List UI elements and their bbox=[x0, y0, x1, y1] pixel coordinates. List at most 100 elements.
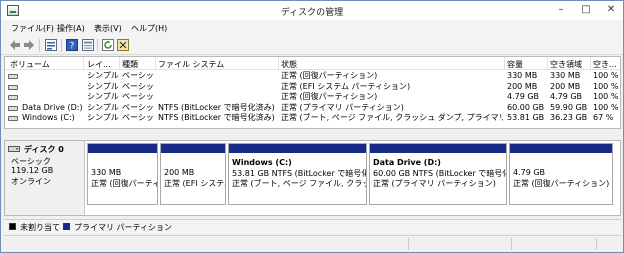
volume-capacity: 200 MB bbox=[507, 81, 538, 91]
volume-type: ベーシック bbox=[122, 71, 155, 80]
column-header-filesystem[interactable]: ファイル システム bbox=[158, 59, 276, 70]
partition-title: Windows (C:) bbox=[232, 158, 292, 167]
partition-status: 正常 (回復パーティション) bbox=[91, 179, 157, 188]
refresh-icon[interactable] bbox=[102, 39, 114, 51]
disk-name: ディスク 0 bbox=[24, 145, 64, 154]
disk-size: 119.12 GB bbox=[11, 166, 54, 175]
maximize-icon[interactable]: □ bbox=[574, 1, 598, 19]
status-divider bbox=[511, 238, 512, 250]
window-title: ディスクの管理 bbox=[280, 8, 344, 18]
column-header-free-percent[interactable]: 空き... bbox=[593, 59, 620, 70]
partition-size: 200 MB bbox=[164, 168, 195, 177]
volume-filesystem: NTFS (BitLocker で暗号化済み) bbox=[158, 113, 275, 122]
partition-type-bar bbox=[161, 144, 225, 153]
volume-row[interactable]: Windows (C:) シンプル ベーシック NTFS (BitLocker … bbox=[5, 113, 620, 124]
menu-file[interactable]: ファイル(F) bbox=[11, 23, 54, 34]
drive-icon bbox=[8, 84, 18, 90]
partition-type-bar bbox=[88, 144, 157, 153]
volume-type: ベーシック bbox=[122, 92, 155, 101]
toolbar: ? bbox=[1, 36, 623, 55]
partition-status: 正常 (プライマリ パーティション) bbox=[373, 179, 496, 188]
volume-free-space: 4.79 GB bbox=[550, 92, 583, 101]
volume-free-percent: 100 % bbox=[593, 81, 619, 91]
properties-icon[interactable] bbox=[45, 39, 57, 51]
volume-capacity: 53.81 GB bbox=[507, 113, 545, 122]
partition-data-drive[interactable]: Data Drive (D:) 60.00 GB NTFS (BitLocker… bbox=[369, 143, 507, 205]
partition-recovery[interactable]: 4.79 GB 正常 (回復パーティション) bbox=[509, 143, 613, 205]
partition-status: 正常 (ブート, ページ ファイル, クラッシュ ダンプ) bbox=[232, 179, 366, 188]
column-header-type[interactable]: 種類 bbox=[122, 59, 154, 70]
partition-size: 4.79 GB bbox=[513, 168, 546, 177]
help-icon[interactable]: ? bbox=[66, 39, 78, 51]
partition-status: 正常 (回復パーティション) bbox=[513, 179, 610, 188]
primary-partition-swatch bbox=[63, 223, 70, 230]
volume-row[interactable]: シンプル ベーシック 正常 (EFI システム パーティション) 200 MB … bbox=[5, 81, 620, 93]
volume-layout: シンプル bbox=[87, 71, 119, 80]
volume-free-space: 330 MB bbox=[550, 71, 581, 80]
list-view-icon[interactable] bbox=[82, 39, 94, 51]
volume-row[interactable]: シンプル ベーシック 正常 (回復パーティション) 330 MB 330 MB … bbox=[5, 71, 620, 82]
menu-help[interactable]: ヘルプ(H) bbox=[131, 23, 167, 34]
volume-capacity: 60.00 GB bbox=[507, 102, 545, 112]
volume-free-percent: 100 % bbox=[593, 71, 619, 80]
volume-name: Data Drive (D:) bbox=[22, 102, 83, 112]
volume-free-percent: 67 % bbox=[593, 113, 614, 122]
disk-state: オンライン bbox=[11, 177, 51, 186]
column-header-capacity[interactable]: 容量 bbox=[507, 59, 545, 70]
forward-icon[interactable] bbox=[23, 39, 35, 51]
volume-capacity: 330 MB bbox=[507, 71, 538, 80]
minimize-icon[interactable]: – bbox=[549, 1, 573, 19]
volume-free-space: 36.23 GB bbox=[550, 113, 588, 122]
drive-icon bbox=[8, 116, 18, 121]
volume-type: ベーシック bbox=[122, 113, 155, 122]
toolbar-separator bbox=[97, 39, 98, 52]
title-bar: ディスクの管理 – □ ✕ bbox=[1, 1, 623, 20]
drive-icon bbox=[8, 95, 18, 100]
volume-status: 正常 (回復パーティション) bbox=[281, 92, 378, 101]
partition-efi[interactable]: 200 MB 正常 (EFI システム パーティション) bbox=[160, 143, 226, 205]
unallocated-swatch bbox=[9, 223, 16, 230]
volume-status: 正常 (回復パーティション) bbox=[281, 71, 378, 80]
column-header-status[interactable]: 状態 bbox=[281, 59, 501, 70]
svg-text:?: ? bbox=[70, 42, 75, 52]
partition-type-bar bbox=[229, 144, 366, 153]
menu-view[interactable]: 表示(V) bbox=[94, 23, 122, 34]
toolbar-separator bbox=[39, 39, 40, 52]
volume-list: ボリューム レイ... 種類 ファイル システム 状態 容量 空き領域 空き..… bbox=[4, 56, 621, 129]
close-icon[interactable]: ✕ bbox=[599, 1, 623, 19]
settings-icon[interactable] bbox=[117, 39, 129, 51]
menu-bar: ファイル(F) 操作(A) 表示(V) ヘルプ(H) bbox=[1, 20, 623, 36]
column-header-layout[interactable]: レイ... bbox=[87, 59, 117, 70]
status-bar bbox=[4, 235, 621, 252]
volume-layout: シンプル bbox=[87, 81, 119, 91]
legend-unallocated: 未割り当て bbox=[20, 223, 60, 232]
volume-status: 正常 (プライマリ パーティション) bbox=[281, 102, 404, 112]
partition-recovery[interactable]: 330 MB 正常 (回復パーティション) bbox=[87, 143, 158, 205]
status-divider bbox=[408, 238, 409, 250]
disk-info[interactable]: ディスク 0 ベーシック 119.12 GB オンライン bbox=[5, 141, 85, 215]
column-header-volume[interactable]: ボリューム bbox=[10, 59, 80, 70]
status-divider bbox=[596, 238, 597, 250]
volume-free-space: 59.90 GB bbox=[550, 102, 588, 112]
volume-type: ベーシック bbox=[122, 102, 155, 112]
volume-free-percent: 100 % bbox=[593, 102, 619, 112]
menu-action[interactable]: 操作(A) bbox=[57, 23, 85, 34]
partition-windows[interactable]: Windows (C:) 53.81 GB NTFS (BitLocker で暗… bbox=[228, 143, 367, 205]
volume-filesystem: NTFS (BitLocker で暗号化済み) bbox=[158, 102, 275, 112]
drive-icon bbox=[8, 74, 18, 79]
column-header-free-space[interactable]: 空き領域 bbox=[550, 59, 588, 70]
volume-row[interactable]: Data Drive (D:) シンプル ベーシック NTFS (BitLock… bbox=[5, 102, 620, 114]
volume-type: ベーシック bbox=[122, 81, 155, 91]
partition-size: 330 MB bbox=[91, 168, 122, 177]
volume-free-percent: 100 % bbox=[593, 92, 619, 101]
volume-layout: シンプル bbox=[87, 113, 119, 122]
partition-title: Data Drive (D:) bbox=[373, 158, 441, 167]
volume-status: 正常 (EFI システム パーティション) bbox=[281, 81, 411, 91]
volume-row[interactable]: シンプル ベーシック 正常 (回復パーティション) 4.79 GB 4.79 G… bbox=[5, 92, 620, 103]
toolbar-separator bbox=[61, 39, 62, 52]
back-icon[interactable] bbox=[9, 39, 21, 51]
legend: 未割り当て プライマリ パーティション bbox=[4, 219, 621, 233]
drive-icon bbox=[8, 105, 18, 111]
disk-icon bbox=[8, 146, 20, 152]
partition-type-bar bbox=[510, 144, 612, 153]
